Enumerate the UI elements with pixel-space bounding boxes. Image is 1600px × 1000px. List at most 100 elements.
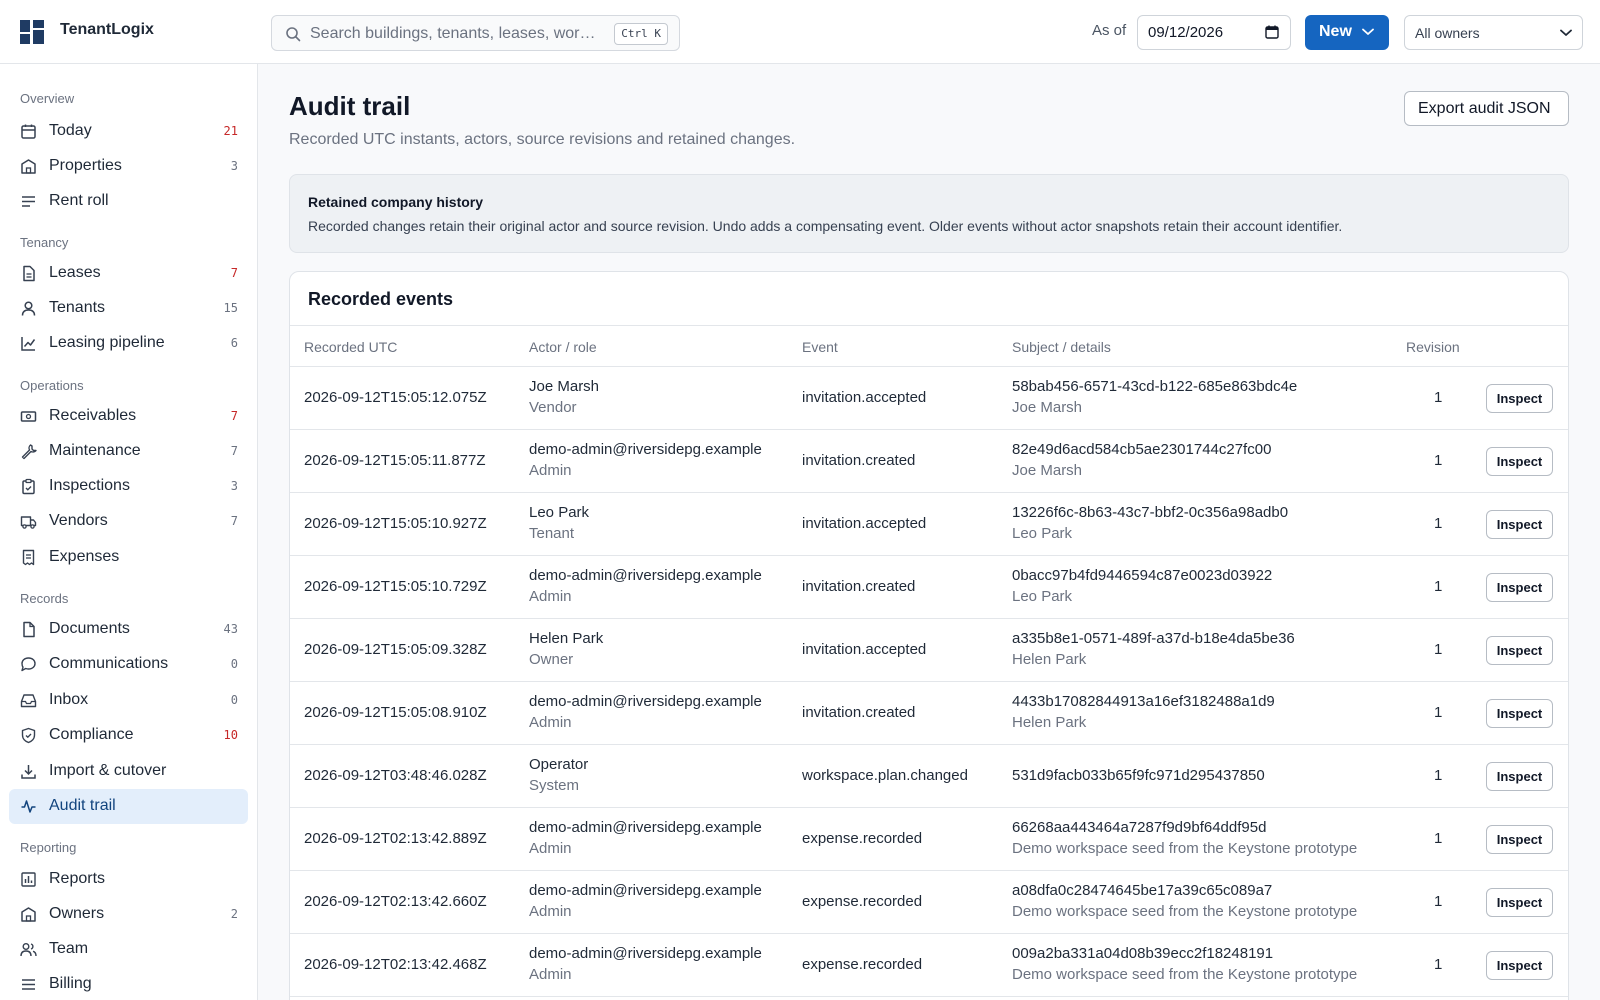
logo-icon[interactable] bbox=[20, 20, 45, 45]
recorded-utc-cell: 2026-09-12T15:05:10.927Z bbox=[304, 515, 487, 532]
table-row[interactable]: 2026-09-12T15:05:10.927Z Leo Park Tenant in… bbox=[290, 493, 1568, 556]
sidebar-item-expenses[interactable]: Expenses bbox=[9, 540, 248, 575]
count-badge: 15 bbox=[223, 301, 238, 315]
inspect-button[interactable]: Inspect bbox=[1486, 951, 1553, 980]
inbox-icon bbox=[20, 694, 37, 708]
recorded-utc-cell: 2026-09-12T02:13:42.889Z bbox=[304, 830, 487, 847]
nav-group-records: Records bbox=[20, 591, 69, 606]
inspect-button[interactable]: Inspect bbox=[1486, 447, 1553, 476]
sidebar-item-leasing-pipeline[interactable]: Leasing pipeline 6 bbox=[9, 326, 248, 361]
event-cell: expense.recorded bbox=[802, 893, 923, 910]
chat-icon bbox=[21, 657, 36, 672]
count-badge: 3 bbox=[230, 159, 238, 173]
table-row[interactable]: 2026-09-12T15:05:10.729Z demo-admin@river… bbox=[290, 556, 1568, 619]
table-row[interactable]: 2026-09-12T15:05:11.877Z demo-admin@river… bbox=[290, 430, 1568, 493]
column-header-recorded-utc[interactable]: Recorded UTC bbox=[304, 339, 397, 355]
calendar-icon bbox=[21, 124, 36, 139]
inspect-button[interactable]: Inspect bbox=[1486, 762, 1553, 791]
sidebar-item-inbox[interactable]: Inbox 0 bbox=[9, 683, 248, 718]
count-badge: 43 bbox=[223, 622, 238, 636]
export-audit-json-button[interactable]: Export audit JSON bbox=[1404, 91, 1569, 126]
table-row[interactable]: 2026-09-12T15:05:08.910Z demo-admin@river… bbox=[290, 682, 1568, 745]
as-of-label: As of bbox=[1092, 22, 1127, 39]
page-subtitle: Recorded UTC instants, actors, source re… bbox=[289, 131, 796, 148]
sidebar-item-reports[interactable]: Reports bbox=[9, 862, 248, 897]
sidebar-item-properties[interactable]: Properties 3 bbox=[9, 149, 248, 184]
role-cell: Owner bbox=[529, 651, 574, 668]
clipboard-icon bbox=[22, 478, 35, 495]
role-cell: Admin bbox=[529, 840, 572, 857]
sidebar-item-billing[interactable]: Billing bbox=[9, 967, 248, 1000]
count-badge: 7 bbox=[230, 514, 238, 528]
column-header-event[interactable]: Event bbox=[802, 339, 838, 355]
table-row[interactable]: 2026-09-12T02:13:42.889Z demo-admin@river… bbox=[290, 808, 1568, 871]
sidebar-item-communications[interactable]: Communications 0 bbox=[9, 647, 248, 682]
count-badge: 7 bbox=[230, 266, 238, 280]
table-row[interactable]: 2026-09-12T02:13:42.468Z demo-admin@river… bbox=[290, 934, 1568, 997]
app-name[interactable]: TenantLogix bbox=[60, 21, 154, 39]
sidebar-item-audit-trail[interactable]: Audit trail bbox=[9, 789, 248, 824]
sidebar-item-tenants[interactable]: Tenants 15 bbox=[9, 291, 248, 326]
actor-cell: demo-admin@riversidepg.example bbox=[529, 819, 762, 836]
revision-cell: 1 bbox=[1434, 830, 1443, 847]
revision-cell: 1 bbox=[1434, 767, 1443, 784]
notice-title: Retained company history bbox=[308, 194, 484, 210]
table-row[interactable]: 2026-09-12T02:13:42.660Z demo-admin@river… bbox=[290, 871, 1568, 934]
user-icon bbox=[21, 301, 36, 316]
actor-cell: Helen Park bbox=[529, 630, 604, 647]
actor-cell: demo-admin@riversidepg.example bbox=[529, 693, 762, 710]
inspect-button[interactable]: Inspect bbox=[1486, 510, 1553, 539]
receipt-icon bbox=[22, 549, 35, 566]
count-badge: 6 bbox=[230, 336, 238, 350]
sidebar-item-today[interactable]: Today 21 bbox=[9, 114, 248, 149]
inspect-button[interactable]: Inspect bbox=[1486, 888, 1553, 917]
column-header-actor-role[interactable]: Actor / role bbox=[529, 339, 597, 355]
inspect-button[interactable]: Inspect bbox=[1486, 636, 1553, 665]
sidebar-item-leases[interactable]: Leases 7 bbox=[9, 256, 248, 291]
sidebar-item-rent-roll[interactable]: Rent roll bbox=[9, 184, 248, 219]
inspect-button[interactable]: Inspect bbox=[1486, 825, 1553, 854]
sidebar: Overview Today 21 Properties 3 Rent roll… bbox=[0, 64, 258, 1000]
sidebar-item-maintenance[interactable]: Maintenance 7 bbox=[9, 434, 248, 469]
actor-cell: Operator bbox=[529, 756, 589, 773]
actor-cell: Leo Park bbox=[529, 504, 590, 521]
column-header-revision[interactable]: Revision bbox=[1406, 339, 1460, 355]
table-row[interactable]: 2026-09-12T03:48:46.028Z Operator System wo… bbox=[290, 745, 1568, 808]
owner-select[interactable]: All owners bbox=[1404, 15, 1583, 50]
as-of-date-input[interactable]: 09/12/2026 bbox=[1137, 15, 1291, 50]
event-cell: workspace.plan.changed bbox=[802, 767, 968, 784]
sidebar-item-receivables[interactable]: Receivables 7 bbox=[9, 399, 248, 434]
event-cell: invitation.created bbox=[802, 578, 916, 595]
search-input[interactable]: Search buildings, tenants, leases, wor… … bbox=[271, 15, 680, 51]
sidebar-item-label: Communications bbox=[49, 655, 169, 672]
cash-icon bbox=[20, 411, 37, 422]
users-icon bbox=[20, 943, 37, 957]
calendar-icon[interactable] bbox=[1265, 25, 1279, 39]
inspect-button[interactable]: Inspect bbox=[1486, 384, 1553, 413]
as-of-date-value: 09/12/2026 bbox=[1148, 24, 1224, 41]
sidebar-item-vendors[interactable]: Vendors 7 bbox=[9, 504, 248, 539]
sidebar-item-label: Documents bbox=[49, 620, 130, 637]
new-button[interactable]: New bbox=[1305, 15, 1389, 50]
subject-cell: 82e49d6acd584cb5ae2301744c27fc00 bbox=[1012, 441, 1272, 458]
inspect-button[interactable]: Inspect bbox=[1486, 573, 1553, 602]
sidebar-item-documents[interactable]: Documents 43 bbox=[9, 612, 248, 647]
sidebar-item-inspections[interactable]: Inspections 3 bbox=[9, 469, 248, 504]
subject-cell: 13226f6c-8b63-43c7-bbf2-0c356a98adb0 bbox=[1012, 504, 1289, 521]
file-icon bbox=[23, 265, 35, 282]
sidebar-item-team[interactable]: Team bbox=[9, 932, 248, 967]
role-cell: Admin bbox=[529, 714, 572, 731]
sidebar-item-import-cutover[interactable]: Import & cutover bbox=[9, 754, 248, 789]
sidebar-item-label: Billing bbox=[49, 975, 92, 992]
table-row[interactable]: 2026-09-12T15:05:09.328Z Helen Park Owner i… bbox=[290, 619, 1568, 682]
recorded-utc-cell: 2026-09-12T02:13:42.660Z bbox=[304, 893, 487, 910]
sidebar-item-label: Team bbox=[49, 940, 89, 957]
column-header-subject[interactable]: Subject / details bbox=[1012, 339, 1111, 355]
sidebar-item-label: Leasing pipeline bbox=[49, 334, 165, 351]
sidebar-item-compliance[interactable]: Compliance 10 bbox=[9, 718, 248, 753]
table-row[interactable]: 2026-09-12T15:05:12.075Z Joe Marsh Vendor i… bbox=[290, 367, 1568, 430]
inspect-button[interactable]: Inspect bbox=[1486, 699, 1553, 728]
sidebar-item-owners[interactable]: Owners 2 bbox=[9, 897, 248, 932]
event-cell: expense.recorded bbox=[802, 830, 923, 847]
count-badge: 7 bbox=[230, 444, 238, 458]
